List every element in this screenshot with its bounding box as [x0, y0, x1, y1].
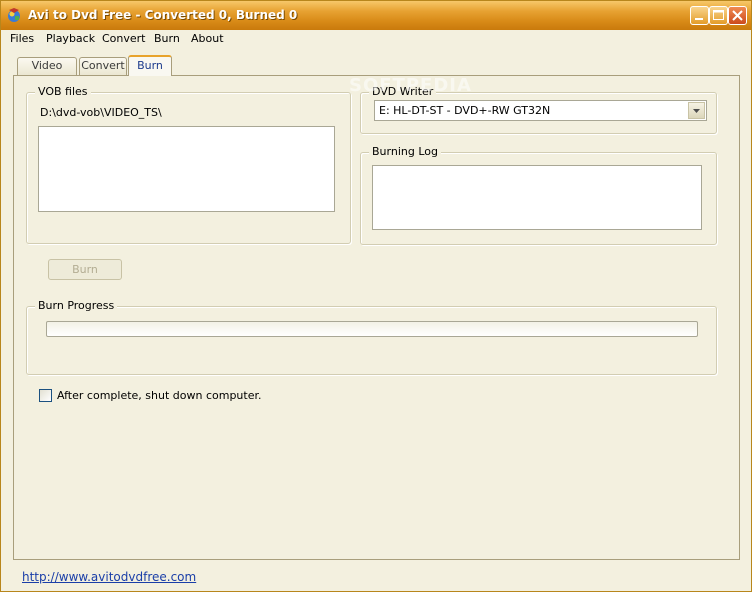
dvd-writer-select[interactable]: E: HL-DT-ST - DVD+-RW GT32N — [374, 100, 707, 121]
window-title: Avi to Dvd Free - Converted 0, Burned 0 — [28, 8, 298, 22]
burn-progress-bar — [46, 321, 698, 337]
burn-progress-group: Burn Progress — [26, 299, 717, 375]
shutdown-checkbox[interactable] — [39, 389, 52, 402]
watermark: SOFTPEDIA — [349, 75, 472, 96]
close-button[interactable] — [728, 6, 747, 25]
maximize-button[interactable] — [709, 6, 728, 25]
menu-convert[interactable]: Convert — [102, 31, 146, 46]
burning-log-group: Burning Log — [360, 145, 717, 245]
website-link[interactable]: http://www.avitodvdfree.com — [22, 570, 196, 584]
vob-files-label: VOB files — [35, 85, 91, 98]
vob-files-group: VOB files D:\dvd-vob\VIDEO_TS\ — [26, 85, 351, 244]
burning-log-label: Burning Log — [369, 145, 441, 158]
shutdown-checkbox-label[interactable]: After complete, shut down computer. — [57, 389, 261, 402]
burn-progress-label: Burn Progress — [35, 299, 118, 312]
dropdown-button[interactable] — [688, 102, 705, 119]
minimize-icon — [695, 18, 703, 20]
menu-burn[interactable]: Burn — [154, 31, 180, 46]
menu-playback[interactable]: Playback — [46, 31, 95, 46]
dvd-writer-value: E: HL-DT-ST - DVD+-RW GT32N — [379, 104, 551, 117]
minimize-button[interactable] — [690, 6, 709, 25]
app-window: Avi to Dvd Free - Converted 0, Burned 0 … — [0, 0, 752, 592]
menu-about[interactable]: About — [191, 31, 224, 46]
app-logo-icon — [6, 7, 22, 23]
tab-burn[interactable]: Burn — [128, 55, 172, 76]
tab-convert[interactable]: Convert — [79, 57, 127, 75]
burning-log-box[interactable] — [372, 165, 702, 230]
dvd-writer-group: DVD Writer E: HL-DT-ST - DVD+-RW GT32N — [360, 85, 717, 134]
vob-files-list[interactable] — [38, 126, 335, 212]
menu-bar: Files Playback Convert Burn About — [1, 30, 751, 48]
burn-button[interactable]: Burn — [48, 259, 122, 280]
tab-video-files[interactable]: Video Files — [17, 57, 77, 88]
vob-path: D:\dvd-vob\VIDEO_TS\ — [40, 106, 162, 119]
maximize-icon — [713, 10, 724, 20]
chevron-down-icon — [693, 109, 700, 113]
menu-files[interactable]: Files — [10, 31, 34, 46]
title-bar[interactable]: Avi to Dvd Free - Converted 0, Burned 0 — [1, 1, 751, 30]
close-icon — [732, 10, 743, 21]
